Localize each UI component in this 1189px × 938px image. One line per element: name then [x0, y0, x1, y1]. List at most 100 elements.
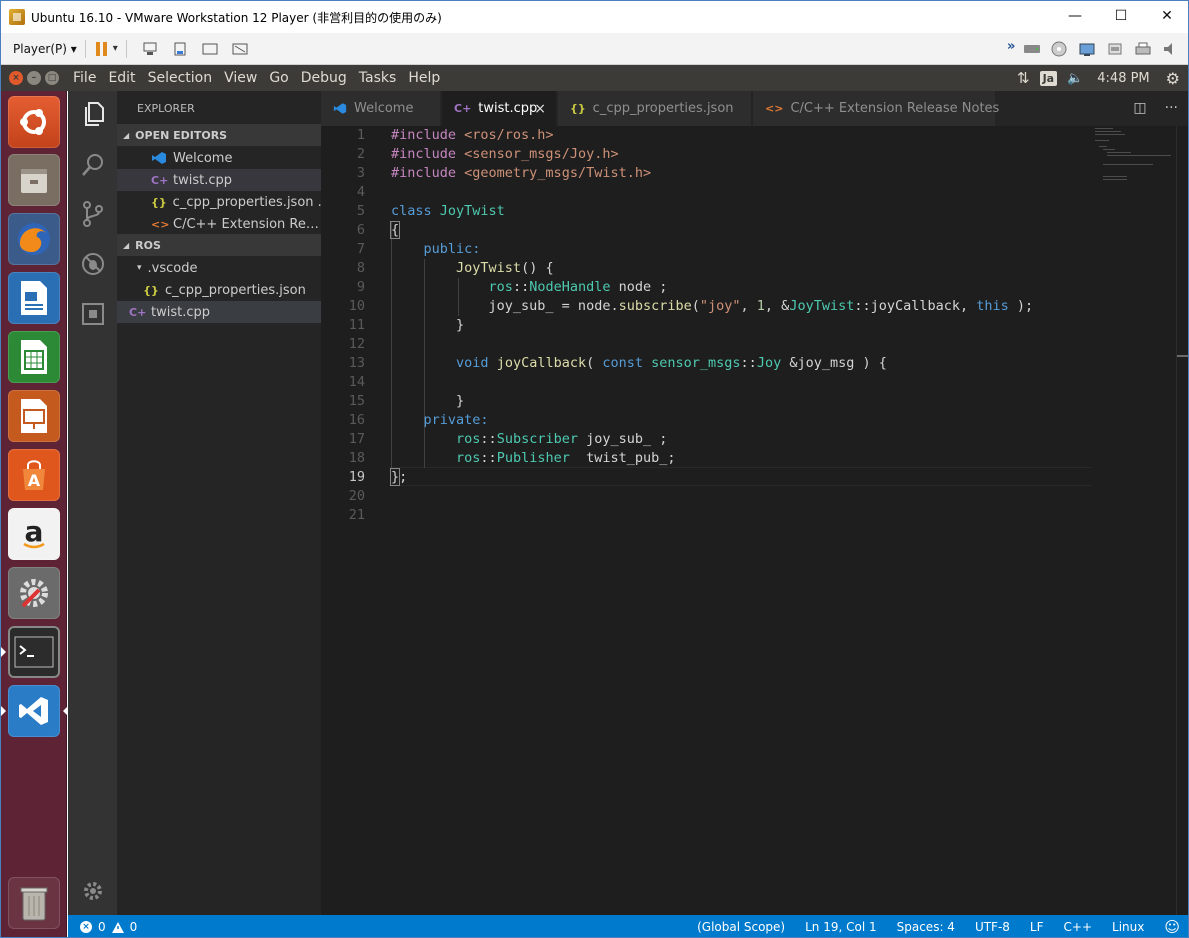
ubuntu-maximize-button[interactable]: □	[45, 71, 59, 85]
window-title: Ubuntu 16.10 - VMware Workstation 12 Pla…	[31, 10, 442, 25]
code-line-6: {	[389, 221, 401, 239]
usb-device-icon[interactable]	[1106, 41, 1124, 57]
encoding-selector[interactable]: UTF-8	[975, 920, 1010, 934]
vmware-window: Ubuntu 16.10 - VMware Workstation 12 Pla…	[0, 0, 1189, 938]
terminal-icon[interactable]	[1, 626, 60, 678]
open-editor-item-release-notes[interactable]: <> C/C++ Extension Release Notes	[117, 213, 321, 235]
tree-item-vscode-folder[interactable]: ▾ .vscode	[117, 257, 321, 279]
libreoffice-writer-icon[interactable]	[8, 272, 60, 324]
volume-icon[interactable]: 🔈	[1067, 71, 1083, 86]
menu-view[interactable]: View	[218, 70, 263, 86]
trash-icon[interactable]	[8, 877, 60, 929]
search-icon[interactable]	[80, 152, 106, 178]
folder-expand-icon: ▾	[137, 263, 142, 273]
window-titlebar[interactable]: Ubuntu 16.10 - VMware Workstation 12 Pla…	[1, 1, 1188, 33]
line-number: 6	[356, 222, 365, 238]
svg-text:A: A	[28, 471, 41, 490]
hard-disk-icon[interactable]	[1023, 42, 1041, 56]
full-screen-icon[interactable]	[201, 42, 219, 56]
code-line-16: private:	[423, 412, 489, 428]
more-actions-icon[interactable]: ···	[1165, 100, 1178, 116]
pause-dropdown-icon[interactable]: ▾	[113, 43, 118, 54]
open-editor-item-c-cpp-properties[interactable]: {} c_cpp_properties.json .vscode	[117, 191, 321, 213]
cpp-icon: C+	[129, 305, 147, 319]
ubuntu-logo-icon[interactable]	[8, 96, 60, 148]
warning-icon	[111, 921, 124, 933]
clock[interactable]: 4:48 PM	[1097, 71, 1149, 86]
files-icon[interactable]	[8, 154, 60, 206]
network-adapter-icon[interactable]	[1078, 41, 1096, 57]
manage-gear-icon[interactable]	[80, 878, 106, 904]
player-menu[interactable]: Player(P) ▾	[13, 42, 77, 56]
sound-card-icon[interactable]	[1161, 41, 1179, 57]
platform-indicator[interactable]: Linux	[1112, 920, 1144, 934]
send-ctrl-alt-del-icon[interactable]	[141, 42, 159, 56]
session-gear-icon[interactable]: ⚙	[1166, 69, 1180, 88]
tab-release-notes[interactable]: <> C/C++ Extension Release Notes	[753, 91, 999, 126]
software-center-icon[interactable]: A	[8, 449, 60, 501]
printer-icon[interactable]	[1134, 41, 1152, 57]
code-line-17: ros::Subscriber joy_sub_ ;	[456, 431, 668, 447]
extensions-icon[interactable]	[80, 301, 106, 327]
firefox-icon[interactable]	[8, 213, 60, 265]
more-devices-icon[interactable]: »	[1007, 39, 1015, 54]
menu-selection[interactable]: Selection	[142, 70, 219, 86]
tab-welcome[interactable]: Welcome	[321, 91, 441, 126]
language-mode-selector[interactable]: C++	[1064, 920, 1093, 934]
tree-item-c-cpp-properties[interactable]: {} c_cpp_properties.json	[117, 279, 321, 301]
line-number: 17	[348, 431, 365, 447]
open-editor-item-welcome[interactable]: Welcome	[117, 147, 321, 169]
menu-help[interactable]: Help	[402, 70, 446, 86]
code-line-15: }	[391, 393, 465, 409]
scope-indicator[interactable]: (Global Scope)	[697, 920, 785, 934]
menu-go[interactable]: Go	[263, 70, 294, 86]
code-token: <ros/ros.h>	[464, 127, 554, 143]
vscode-launcher-icon[interactable]	[1, 685, 68, 737]
split-editor-icon[interactable]: ◫	[1133, 100, 1146, 116]
amazon-icon[interactable]: a	[8, 508, 60, 560]
problems-indicator[interactable]: × 0 0	[80, 920, 137, 934]
line-number: 12	[348, 336, 365, 352]
libreoffice-calc-icon[interactable]	[8, 331, 60, 383]
close-button[interactable]: ✕	[1144, 1, 1188, 31]
editor-scrollbar[interactable]	[1176, 126, 1188, 915]
line-number: 7	[356, 241, 365, 257]
status-right-group: (Global Scope) Ln 19, Col 1 Spaces: 4 UT…	[677, 918, 1180, 936]
line-ending-selector[interactable]: LF	[1030, 920, 1044, 934]
minimap-line	[1103, 179, 1127, 180]
libreoffice-impress-icon[interactable]	[8, 390, 60, 442]
maximize-button[interactable]: ☐	[1098, 1, 1144, 31]
tree-item-twist-cpp[interactable]: C+ twist.cpp	[117, 301, 321, 323]
open-editor-item-twist-cpp[interactable]: C+ twist.cpp	[117, 169, 321, 191]
pause-icon[interactable]	[95, 41, 107, 56]
menu-debug[interactable]: Debug	[295, 70, 353, 86]
tab-twist-cpp[interactable]: C+ twist.cpp ×	[442, 91, 557, 126]
explorer-icon[interactable]	[80, 101, 106, 127]
ubuntu-close-button[interactable]: ×	[9, 71, 23, 85]
indentation-setting[interactable]: Spaces: 4	[897, 920, 955, 934]
removable-devices-icon[interactable]	[171, 42, 189, 56]
cd-dvd-icon[interactable]	[1050, 41, 1068, 57]
feedback-smiley-icon[interactable]: ☺	[1164, 918, 1180, 936]
menu-file[interactable]: File	[67, 70, 102, 86]
code-editor[interactable]: 1 2 3 4 5 6 7 8 9 10 11 12 13 14 15 16 17 18 19 20 21 #inclu…	[321, 126, 1188, 915]
minimap-line	[1103, 176, 1127, 177]
debug-icon[interactable]	[80, 251, 106, 277]
source-control-icon[interactable]	[80, 201, 106, 227]
open-editors-section-header[interactable]: ◢ OPEN EDITORS	[117, 124, 321, 146]
minimize-button[interactable]: —	[1052, 1, 1098, 31]
ros-folder-section-header[interactable]: ◢ ROS	[117, 234, 321, 256]
minimap[interactable]	[1091, 126, 1176, 186]
ubuntu-minimize-button[interactable]: –	[27, 71, 41, 85]
unity-mode-icon[interactable]	[231, 42, 249, 56]
menu-tasks[interactable]: Tasks	[353, 70, 403, 86]
menu-edit[interactable]: Edit	[102, 70, 141, 86]
tab-close-icon[interactable]: ×	[534, 101, 546, 117]
system-settings-icon[interactable]	[8, 567, 60, 619]
open-editors-label: OPEN EDITORS	[135, 128, 228, 142]
cursor-position[interactable]: Ln 19, Col 1	[805, 920, 877, 934]
tab-label: Welcome	[354, 101, 414, 116]
tab-c-cpp-properties[interactable]: {} c_cpp_properties.json	[558, 91, 752, 126]
keyboard-language-indicator[interactable]: Ja	[1039, 70, 1058, 86]
network-icon[interactable]: ⇅	[1017, 69, 1030, 87]
